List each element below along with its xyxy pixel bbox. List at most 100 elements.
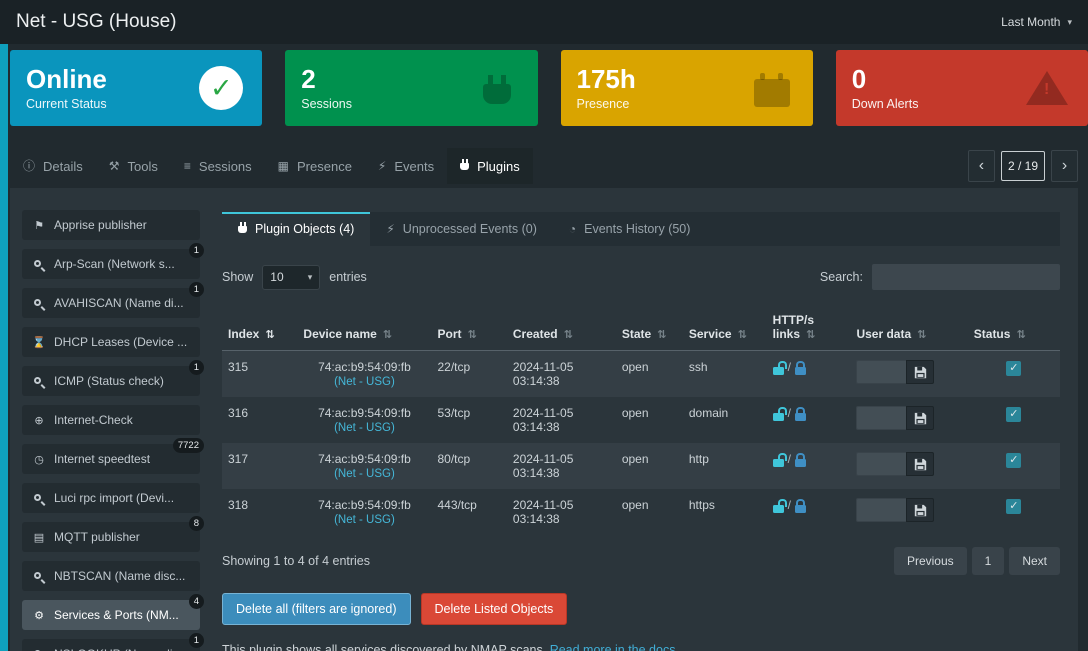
save-button[interactable] [906,498,934,522]
hourglass-icon: ⌛ [32,336,46,349]
http-link-icon[interactable] [773,505,784,513]
user-data-input[interactable] [856,452,906,476]
sidebar-item-services-ports[interactable]: ⚙ Services & Ports (NM... 4 [22,600,200,630]
next-device-button[interactable]: › [1051,150,1078,182]
cell-created: 2024-11-05 03:14:38 [507,443,616,489]
tab-events[interactable]: ⚡ Events [365,148,447,184]
col-status[interactable]: Status⇅ [968,304,1060,351]
user-data-input[interactable] [856,406,906,430]
http-link-icon[interactable] [773,459,784,467]
https-link-icon[interactable] [795,459,806,467]
card-presence[interactable]: 175h Presence [561,50,813,126]
device-pager: ‹ 2 / 19 › [968,150,1078,182]
plugin-subtabs: Plugin Objects (4) ⚡ Unprocessed Events … [222,212,1060,246]
calendar-icon [754,79,790,107]
page-1-button[interactable]: 1 [972,547,1005,575]
https-link-icon[interactable] [795,413,806,421]
search-input[interactable] [872,264,1060,290]
col-state[interactable]: State⇅ [616,304,683,351]
sidebar-item-label: Apprise publisher [54,218,147,232]
col-http-links[interactable]: HTTP/s links⇅ [767,304,851,351]
plugin-list: ⚑ Apprise publisher Arp-Scan (Network s.… [10,188,206,651]
floppy-icon [914,458,927,471]
delete-all-button[interactable]: Delete all (filters are ignored) [222,593,411,625]
device-link[interactable]: (Net - USG) [334,468,395,480]
subtab-plugin-objects[interactable]: Plugin Objects (4) [222,212,370,246]
https-link-icon[interactable] [795,367,806,375]
save-button[interactable] [906,360,934,384]
col-service[interactable]: Service⇅ [683,304,767,351]
sidebar-item-arp-scan[interactable]: Arp-Scan (Network s... 1 [22,249,200,279]
cell-device: 74:ac:b9:54:09:fb (Net - USG) [297,443,431,489]
http-link-icon[interactable] [773,367,784,375]
card-value: 0 [852,65,919,95]
time-range-select[interactable]: Last Month ▾ [1001,15,1072,29]
floppy-icon [914,504,927,517]
tab-sessions[interactable]: ≡ Sessions [171,148,265,184]
sidebar-item-dhcp-leases[interactable]: ⌛ DHCP Leases (Device ... [22,327,200,357]
status-checkbox[interactable]: ✓ [1006,499,1021,514]
card-value: 2 [301,65,352,95]
status-checkbox[interactable]: ✓ [1006,361,1021,376]
col-index[interactable]: Index⇅ [222,304,297,351]
count-badge: 1 [189,282,204,297]
prev-device-button[interactable]: ‹ [968,150,995,182]
user-data-input[interactable] [856,498,906,522]
sidebar-item-label: Internet speedtest [54,452,150,466]
col-created[interactable]: Created⇅ [507,304,616,351]
save-button[interactable] [906,452,934,476]
col-device-name[interactable]: Device name⇅ [297,304,431,351]
device-link[interactable]: (Net - USG) [334,376,395,388]
user-data-input[interactable] [856,360,906,384]
tab-tools[interactable]: ⚒ Tools [96,148,171,184]
tab-presence[interactable]: ▦ Presence [265,148,365,184]
table-row: 317 74:ac:b9:54:09:fb (Net - USG) 80/tcp… [222,443,1060,489]
card-current-status[interactable]: Online Current Status ✓ [10,50,262,126]
sidebar-item-nbtscan[interactable]: NBTSCAN (Name disc... [22,561,200,591]
sidebar-item-apprise-publisher[interactable]: ⚑ Apprise publisher [22,210,200,240]
tab-plugins[interactable]: Plugins [447,148,533,184]
sidebar-item-mqtt-publisher[interactable]: ▤ MQTT publisher 8 [22,522,200,552]
cell-http-links: / [767,351,851,398]
cell-http-links: / [767,443,851,489]
docs-link[interactable]: Read more in the docs. [550,643,679,651]
tab-details[interactable]: ⓘ Details [10,148,96,184]
search-icon [32,298,46,309]
sidebar-item-internet-speedtest[interactable]: ◷ Internet speedtest 7722 [22,444,200,474]
cell-index: 316 [222,397,297,443]
cell-service: ssh [683,351,767,398]
table-pagination: Previous 1 Next [894,547,1060,575]
col-user-data[interactable]: User data⇅ [850,304,967,351]
status-checkbox[interactable]: ✓ [1006,407,1021,422]
card-down-alerts[interactable]: 0 Down Alerts [836,50,1088,126]
card-sessions[interactable]: 2 Sessions [285,50,537,126]
sidebar-item-label: Services & Ports (NM... [54,608,179,622]
next-page-button[interactable]: Next [1009,547,1060,575]
sidebar-item-nslookup[interactable]: NSLOOKUP (Name di... 1 [22,639,200,651]
page-header: Net - USG (House) Last Month ▾ [0,0,1088,44]
card-label: Down Alerts [852,97,919,111]
device-link[interactable]: (Net - USG) [334,514,395,526]
https-link-icon[interactable] [795,505,806,513]
delete-listed-button[interactable]: Delete Listed Objects [421,593,568,625]
col-port[interactable]: Port⇅ [431,304,506,351]
sidebar-item-label: Arp-Scan (Network s... [54,257,175,271]
sidebar-item-label: NBTSCAN (Name disc... [54,569,185,583]
subtab-unprocessed-events[interactable]: ⚡ Unprocessed Events (0) [370,212,553,246]
page-size-select[interactable]: 10 ▾ [262,265,320,290]
sidebar-item-icmp[interactable]: ICMP (Status check) 1 [22,366,200,396]
status-checkbox[interactable]: ✓ [1006,453,1021,468]
table-footer: Showing 1 to 4 of 4 entries Previous 1 N… [222,547,1060,575]
save-button[interactable] [906,406,934,430]
sidebar-item-internet-check[interactable]: ⊕ Internet-Check [22,405,200,435]
sidebar-item-luci-rpc-import[interactable]: Luci rpc import (Devi... [22,483,200,513]
sidebar-item-avahiscan[interactable]: AVAHISCAN (Name di... 1 [22,288,200,318]
previous-page-button[interactable]: Previous [894,547,967,575]
http-link-icon[interactable] [773,413,784,421]
device-link[interactable]: (Net - USG) [334,422,395,434]
subtab-events-history[interactable]: ◔ Events History (50) [553,212,707,246]
count-badge: 7722 [173,438,204,453]
calendar-icon: ▦ [278,160,289,172]
app-sidebar-strip[interactable] [0,0,8,651]
check-icon: ✓ [199,66,243,110]
